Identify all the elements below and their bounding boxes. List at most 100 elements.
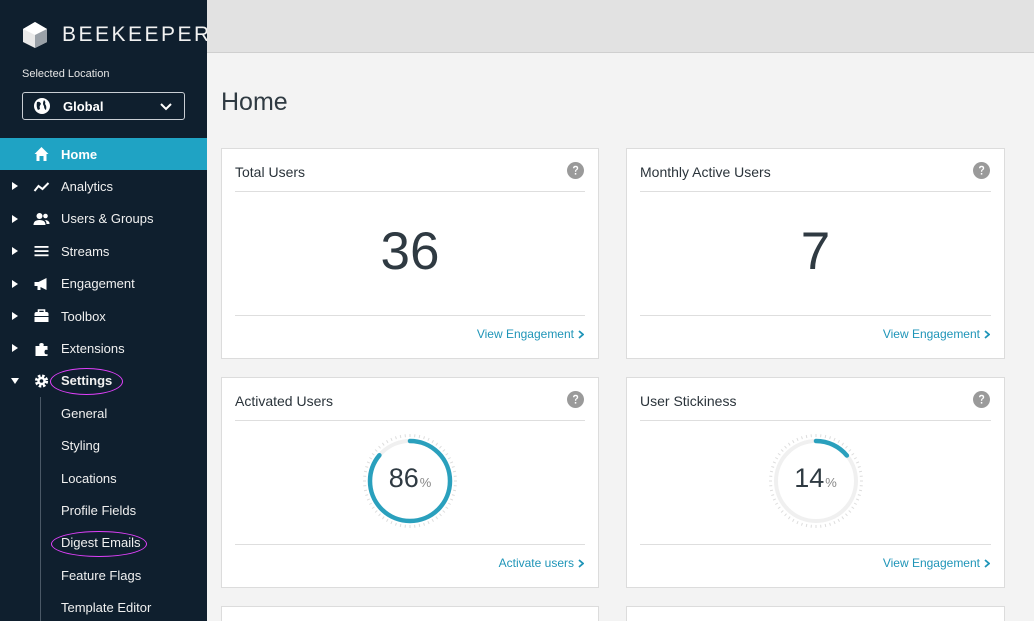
card-partial-right — [626, 606, 1005, 621]
chevron-down-icon — [160, 103, 172, 111]
gauge-tick — [386, 518, 389, 522]
card-title: Total Users — [235, 164, 306, 180]
total-users-value: 36 — [380, 222, 440, 281]
nav-item-streams[interactable]: Streams — [0, 235, 207, 267]
nav-item-extensions[interactable]: Extensions — [0, 332, 207, 364]
divider — [235, 420, 585, 421]
gauge-tick — [447, 457, 451, 460]
caret-right-icon — [12, 182, 18, 191]
gauge-tick — [449, 498, 454, 501]
help-icon[interactable] — [567, 162, 584, 179]
gauge-value: 14 — [794, 463, 825, 493]
gauge-tick — [431, 440, 434, 444]
card-title: User Stickiness — [640, 393, 737, 409]
gauge-tick — [442, 510, 446, 513]
location-value: Global — [63, 98, 104, 114]
gauge-tick — [837, 518, 840, 522]
gauge-tick — [365, 494, 369, 496]
gauge-unit: % — [825, 475, 837, 490]
help-icon[interactable] — [973, 391, 990, 408]
gauge-tick — [439, 445, 442, 449]
gear-icon — [32, 373, 50, 389]
top-bar — [207, 0, 1034, 53]
link-label: Activate users — [498, 556, 574, 570]
gauge-tick — [381, 442, 385, 446]
gauge-tick — [853, 502, 857, 505]
nav-item-label: Streams — [61, 243, 110, 259]
nav-item-analytics[interactable]: Analytics — [0, 170, 207, 202]
sub-item-general[interactable]: General — [0, 397, 207, 429]
nav-item-label: Settings — [61, 373, 113, 389]
view-engagement-link[interactable]: View Engagement — [477, 327, 584, 341]
chart-line-icon — [32, 179, 50, 195]
gauge-tick — [828, 522, 831, 526]
gauge-tick — [395, 522, 397, 526]
gauge-tick — [853, 457, 857, 460]
nav-item-settings[interactable]: Settings — [0, 365, 207, 397]
gauge-tick — [369, 502, 373, 505]
sub-item-feature-flags[interactable]: Feature Flags — [0, 559, 207, 591]
gauge-tick — [378, 445, 381, 449]
nav-item-label: Engagement — [61, 276, 135, 292]
gauge-tick — [787, 442, 791, 446]
gauge-tick — [824, 523, 826, 528]
help-icon[interactable] — [567, 391, 584, 408]
settings-submenu: General Styling Locations Profile Fields… — [0, 397, 207, 621]
gauge-tick — [780, 449, 784, 452]
caret-right-icon — [12, 214, 18, 223]
megaphone-icon — [32, 276, 50, 292]
view-engagement-link[interactable]: View Engagement — [883, 556, 990, 570]
location-select[interactable]: Global — [22, 92, 185, 120]
sub-item-template-editor[interactable]: Template Editor — [0, 591, 207, 621]
gauge-tick — [770, 494, 774, 496]
gauge-tick — [800, 522, 803, 526]
card-activated-users: Activated Users 86% Activate users — [221, 377, 599, 588]
gauge-tick — [378, 513, 381, 517]
gauge-tick — [447, 502, 451, 505]
nav-item-users-groups[interactable]: Users & Groups — [0, 203, 207, 235]
nav-item-home[interactable]: Home — [0, 138, 207, 171]
brand[interactable]: BEEKEEPER — [22, 20, 207, 50]
gauge-tick — [427, 437, 430, 442]
gauge-tick — [371, 506, 375, 510]
gauge-tick — [795, 520, 799, 525]
gauge-tick — [431, 518, 434, 522]
activate-users-link[interactable]: Activate users — [499, 556, 584, 570]
gauge-readout: 86% — [222, 463, 598, 494]
chevron-right-icon — [578, 558, 584, 568]
gauge-tick — [418, 434, 421, 439]
gauge-tick — [840, 516, 844, 520]
gauge-tick — [850, 506, 854, 510]
divider — [235, 315, 585, 316]
nav-item-engagement[interactable]: Engagement — [0, 268, 207, 300]
gauge-tick — [423, 436, 425, 440]
view-engagement-link[interactable]: View Engagement — [883, 327, 990, 341]
nav-item-label: Home — [61, 146, 98, 162]
sub-item-locations[interactable]: Locations — [0, 462, 207, 494]
link-label: View Engagement — [882, 556, 980, 570]
selected-location-label: Selected Location — [22, 68, 110, 80]
card-title: Monthly Active Users — [640, 164, 771, 180]
gauge-tick — [445, 506, 449, 510]
help-icon[interactable] — [973, 162, 990, 179]
gauge-tick — [824, 434, 826, 439]
nav-item-label: Extensions — [61, 341, 125, 357]
gauge-tick — [787, 516, 791, 520]
nav-item-label: Users & Groups — [61, 211, 154, 227]
sub-item-styling[interactable]: Styling — [0, 430, 207, 462]
divider — [640, 315, 991, 316]
chevron-right-icon — [984, 329, 990, 339]
gauge-tick — [395, 436, 397, 440]
gauge-tick — [783, 445, 787, 449]
gauge-tick — [805, 434, 807, 439]
gauge-tick — [371, 452, 375, 456]
gauge-tick — [791, 440, 794, 444]
chevron-right-icon — [578, 329, 584, 339]
nav-item-toolbox[interactable]: Toolbox — [0, 300, 207, 332]
gauge-tick — [772, 498, 776, 501]
card-title: Activated Users — [235, 393, 334, 409]
sub-item-profile-fields[interactable]: Profile Fields — [0, 494, 207, 526]
caret-down-icon — [11, 377, 19, 384]
sub-item-digest-emails[interactable]: Digest Emails — [0, 527, 207, 559]
gauge-tick — [774, 502, 778, 505]
